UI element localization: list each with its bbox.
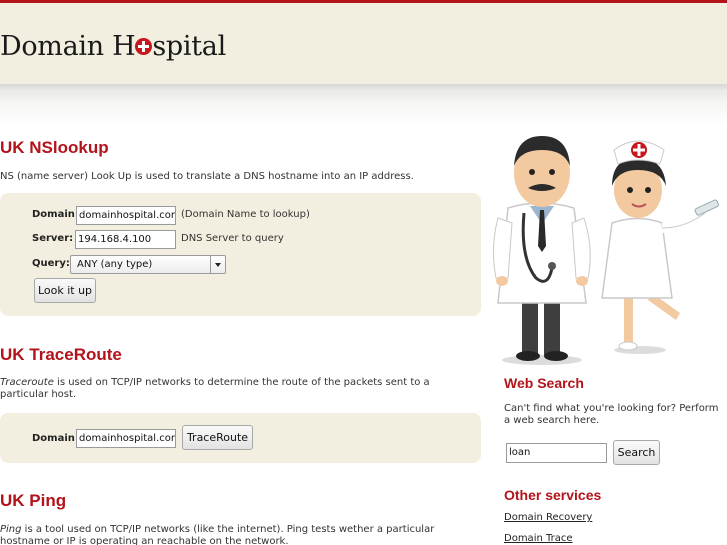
nslookup-server-input[interactable]: 194.168.4.100 (75, 230, 176, 249)
web-search-heading: Web Search (504, 375, 584, 391)
traceroute-description: Traceroute is used on TCP/IP networks to… (0, 377, 470, 401)
logo-text-end: spital (152, 31, 226, 62)
doctor-and-nurse-illustration (492, 136, 719, 365)
traceroute-button[interactable]: TraceRoute (182, 425, 253, 450)
domain-recovery-link[interactable]: Domain Recovery (504, 512, 592, 523)
web-search-description: Can't find what you're looking for? Perf… (504, 403, 719, 426)
nslookup-server-hint: DNS Server to query (181, 233, 284, 244)
nslookup-description: NS (name server) Look Up is used to tran… (0, 171, 414, 182)
nslookup-heading: UK NSlookup (0, 138, 109, 157)
ping-heading: UK Ping (0, 491, 67, 510)
nslookup-query-select[interactable]: ANY (any type) (70, 255, 226, 274)
nslookup-query-value: ANY (any type) (77, 259, 153, 270)
look-it-up-button[interactable]: Look it up (34, 278, 96, 303)
other-services-heading: Other services (504, 487, 602, 503)
chevron-down-icon (210, 256, 225, 273)
ping-description-text: is a tool used on TCP/IP networks (like … (0, 524, 435, 545)
web-search-input[interactable]: loan (506, 443, 607, 463)
medical-cross-icon (135, 38, 153, 55)
ping-description: Ping is a tool used on TCP/IP networks (… (0, 524, 484, 545)
traceroute-heading: UK TraceRoute (0, 345, 122, 364)
nav-band (0, 84, 727, 126)
nslookup-query-label: Query: (32, 258, 70, 269)
site-logo[interactable]: Domain H spital (0, 31, 226, 62)
traceroute-description-text: is used on TCP/IP networks to determine … (0, 377, 430, 400)
nslookup-form-panel: Domain domainhospital.com (Domain Name t… (0, 193, 481, 316)
site-header: Domain H spital (0, 3, 727, 84)
traceroute-form-panel: Domain domainhospital.com TraceRoute (0, 413, 481, 463)
domain-trace-link[interactable]: Domain Trace (504, 533, 573, 544)
nslookup-domain-hint: (Domain Name to lookup) (181, 209, 310, 220)
nslookup-server-label: Server: (32, 233, 74, 244)
traceroute-domain-label: Domain (32, 433, 75, 444)
nslookup-domain-label: Domain (32, 209, 75, 220)
web-search-button[interactable]: Search (613, 440, 660, 465)
nslookup-domain-input[interactable]: domainhospital.com (76, 206, 176, 225)
traceroute-domain-input[interactable]: domainhospital.com (76, 429, 176, 448)
traceroute-term: Traceroute (0, 377, 54, 388)
ping-term: Ping (0, 524, 22, 535)
logo-text-start: Domain H (0, 31, 136, 62)
